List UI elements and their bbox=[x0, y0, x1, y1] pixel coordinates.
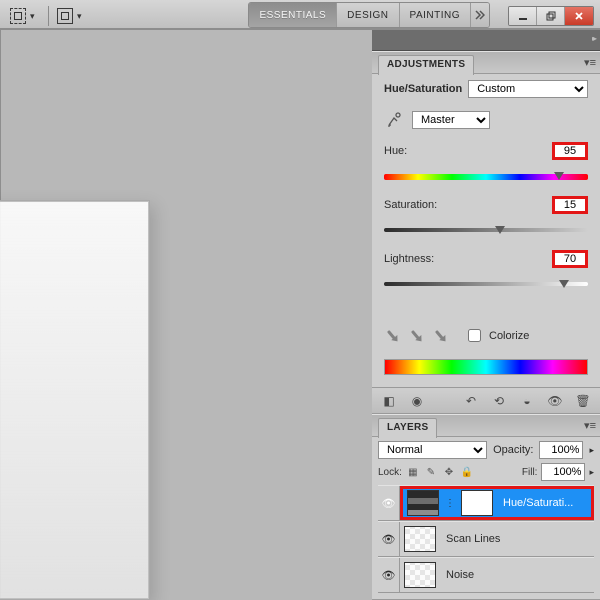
clip-to-layer-icon[interactable]: ◒ bbox=[516, 392, 538, 410]
close-button[interactable] bbox=[565, 7, 593, 25]
document-area bbox=[0, 30, 372, 600]
fill-input[interactable] bbox=[541, 463, 585, 481]
saturation-slider[interactable] bbox=[384, 222, 588, 238]
layer-name[interactable]: Scan Lines bbox=[440, 533, 500, 545]
hue-input[interactable] bbox=[552, 142, 588, 160]
tool-dropdown-icon[interactable]: ▾ bbox=[30, 11, 40, 22]
reset-icon[interactable]: ⟲ bbox=[488, 392, 510, 410]
layer-thumbnail[interactable] bbox=[407, 490, 439, 516]
adjustments-tab[interactable]: ADJUSTMENTS bbox=[378, 55, 474, 75]
eyedropper-icon[interactable] bbox=[380, 323, 405, 348]
view-previous-icon[interactable]: 👁 bbox=[544, 392, 566, 410]
lightness-slider[interactable] bbox=[384, 276, 588, 292]
visibility-toggle-icon[interactable]: 👁 bbox=[378, 486, 400, 520]
layer-thumbnail[interactable] bbox=[404, 526, 436, 552]
hue-label: Hue: bbox=[384, 145, 407, 157]
expand-view-icon[interactable]: ◧ bbox=[378, 392, 400, 410]
eyedropper-add-icon[interactable] bbox=[404, 323, 429, 348]
tool-options-area: ▾ ▾ bbox=[10, 6, 87, 26]
minimize-button[interactable] bbox=[509, 7, 537, 25]
adjustments-footer: ◧ ◉ ↶ ⟲ ◒ 👁 🗑 bbox=[372, 387, 600, 413]
link-mask-icon[interactable]: ⋮ bbox=[443, 498, 457, 509]
document-canvas[interactable] bbox=[0, 200, 150, 600]
color-range-select[interactable]: Master bbox=[412, 111, 490, 129]
visibility-toggle-icon[interactable]: 👁 bbox=[378, 522, 400, 556]
fill-scrubber-icon[interactable]: ▸ bbox=[589, 467, 594, 478]
layer-thumbnail[interactable] bbox=[404, 562, 436, 588]
panel-menu-icon[interactable]: ▾≡ bbox=[584, 419, 596, 432]
lock-all-icon[interactable]: 🔒 bbox=[460, 465, 474, 479]
right-panel-column: ADJUSTMENTS ▾≡ Hue/Saturation Custom Mas… bbox=[372, 30, 600, 600]
screen-mode-icon[interactable] bbox=[57, 8, 73, 24]
blend-mode-select[interactable]: Normal bbox=[378, 441, 487, 459]
lock-label: Lock: bbox=[378, 467, 402, 478]
lightness-input[interactable] bbox=[552, 250, 588, 268]
app-topbar: ▾ ▾ ESSENTIALS DESIGN PAINTING bbox=[0, 0, 600, 30]
adjustment-type-label: Hue/Saturation bbox=[384, 83, 462, 95]
saturation-label: Saturation: bbox=[384, 199, 437, 211]
layer-row[interactable]: 👁 Noise bbox=[378, 557, 594, 593]
layer-name[interactable]: Noise bbox=[440, 569, 474, 581]
layers-header: LAYERS ▾≡ bbox=[372, 415, 600, 437]
window-controls bbox=[508, 6, 594, 26]
layer-mask-thumbnail[interactable] bbox=[461, 490, 493, 516]
lightness-label: Lightness: bbox=[384, 253, 434, 265]
delete-adjustment-icon[interactable]: 🗑 bbox=[572, 392, 594, 410]
workspace-essentials[interactable]: ESSENTIALS bbox=[249, 3, 337, 27]
layer-row[interactable]: 👁 Scan Lines bbox=[378, 521, 594, 557]
hue-spectrum-bar bbox=[384, 359, 588, 375]
hue-slider[interactable] bbox=[384, 168, 588, 184]
saturation-input[interactable] bbox=[552, 196, 588, 214]
lock-position-icon[interactable]: ✥ bbox=[442, 465, 456, 479]
lock-pixels-icon[interactable]: ✎ bbox=[424, 465, 438, 479]
colorize-checkbox[interactable] bbox=[468, 329, 481, 342]
marquee-tool-icon[interactable] bbox=[10, 8, 26, 24]
visibility-toggle-icon[interactable]: 👁 bbox=[378, 558, 400, 592]
colorize-label: Colorize bbox=[489, 330, 529, 342]
adjustments-header: ADJUSTMENTS ▾≡ bbox=[372, 52, 600, 74]
layers-list: 👁 ⋮ Hue/Saturati... 👁 Scan Lines bbox=[378, 485, 594, 593]
eyedropper-subtract-icon[interactable] bbox=[428, 323, 453, 348]
toggle-visibility-icon[interactable]: ◉ bbox=[406, 392, 428, 410]
opacity-input[interactable] bbox=[539, 441, 583, 459]
workspace-painting[interactable]: PAINTING bbox=[400, 3, 471, 27]
restore-button[interactable] bbox=[537, 7, 565, 25]
collapsed-panel-strip[interactable] bbox=[372, 30, 600, 51]
previous-state-icon[interactable]: ↶ bbox=[460, 392, 482, 410]
layers-panel: LAYERS ▾≡ Normal Opacity: ▸ Lock: ▦ ✎ ✥ … bbox=[372, 414, 600, 600]
layer-row[interactable]: 👁 ⋮ Hue/Saturati... bbox=[378, 485, 594, 521]
fill-label: Fill: bbox=[522, 467, 538, 478]
screen-mode-dropdown-icon[interactable]: ▾ bbox=[77, 11, 87, 22]
targeted-adjust-tool-icon[interactable] bbox=[384, 110, 406, 130]
panel-menu-icon[interactable]: ▾≡ bbox=[584, 56, 596, 69]
lock-transparency-icon[interactable]: ▦ bbox=[406, 465, 420, 479]
workspace-design[interactable]: DESIGN bbox=[337, 3, 399, 27]
layer-name[interactable]: Hue/Saturati... bbox=[497, 497, 591, 509]
opacity-scrubber-icon[interactable]: ▸ bbox=[589, 445, 594, 456]
opacity-label: Opacity: bbox=[493, 444, 533, 456]
workspace-switcher: ESSENTIALS DESIGN PAINTING bbox=[248, 2, 490, 28]
layers-tab[interactable]: LAYERS bbox=[378, 418, 437, 438]
workspace-more-icon[interactable] bbox=[471, 3, 489, 27]
adjustments-panel: ADJUSTMENTS ▾≡ Hue/Saturation Custom Mas… bbox=[372, 51, 600, 414]
colorize-checkbox-row[interactable]: Colorize bbox=[464, 326, 529, 345]
preset-select[interactable]: Custom bbox=[468, 80, 588, 98]
